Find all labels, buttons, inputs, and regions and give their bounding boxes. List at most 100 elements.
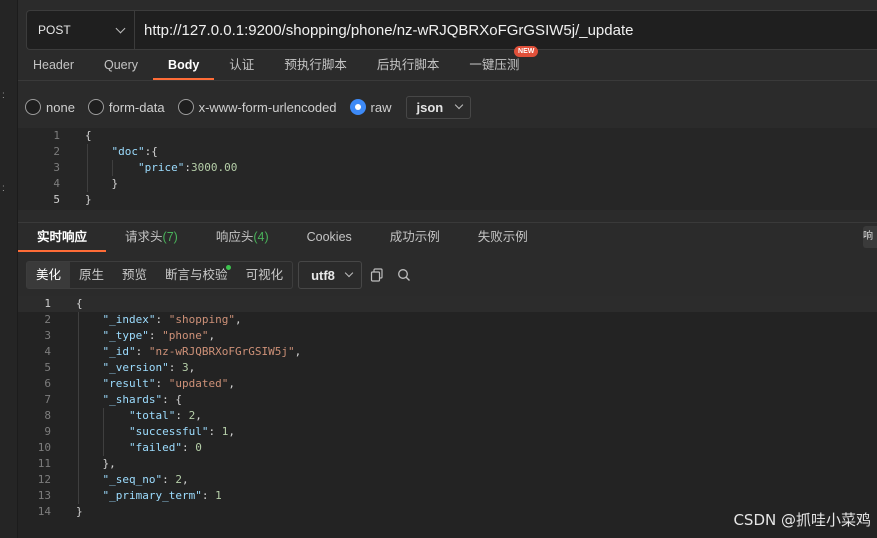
tab-cookies[interactable]: Cookies xyxy=(288,224,371,252)
line-number: 8 xyxy=(44,409,51,422)
encoding-select[interactable]: utf8 xyxy=(298,261,362,289)
code-line: 11 }, xyxy=(18,456,877,472)
tab-request-headers[interactable]: 请求头(7) xyxy=(106,224,197,252)
method-select[interactable]: POST xyxy=(27,11,135,49)
encoding-value: utf8 xyxy=(311,267,335,283)
json-key: "successful" xyxy=(128,425,209,438)
count-badge: (7) xyxy=(162,230,178,244)
code-text: }, xyxy=(76,457,116,470)
line-number: 5 xyxy=(53,193,60,206)
code-line: 1 { xyxy=(18,296,877,312)
code-text: } xyxy=(76,505,83,518)
tab-success-example[interactable]: 成功示例 xyxy=(371,224,459,252)
chevron-down-icon xyxy=(454,100,464,110)
line-number: 3 xyxy=(44,329,51,342)
radio-circle-icon xyxy=(25,99,41,115)
line-number: 2 xyxy=(53,145,60,158)
gutter-mark: : xyxy=(2,90,5,101)
view-preview[interactable]: 预览 xyxy=(113,262,156,288)
response-toolbar: 美化 原生 预览 断言与校验 可视化 utf8 xyxy=(26,261,416,289)
json-key: "_primary_term" xyxy=(102,489,202,502)
tab-post-script[interactable]: 后执行脚本 xyxy=(362,52,455,80)
body-type-selector: none form-data x-www-form-urlencoded raw… xyxy=(25,94,472,120)
json-key: "price" xyxy=(137,161,185,174)
tab-body[interactable]: Body xyxy=(153,52,215,80)
json-value: 3 xyxy=(181,361,189,374)
tab-auth[interactable]: 认证 xyxy=(214,52,269,80)
code-line: 13 "_primary_term": 1 xyxy=(18,488,877,504)
watermark: CSDN @抓哇小菜鸡 xyxy=(733,511,871,529)
request-body-editor[interactable]: 1 { 2 "doc":{ 3 "price":3000.00 4 } 5 } xyxy=(18,128,877,210)
code-line: 5 } xyxy=(18,192,877,208)
code-text: "_id": "nz-wRJQBRXoFGrGSIW5j", xyxy=(102,345,302,358)
json-key: "_shards" xyxy=(102,393,163,406)
json-key: "result" xyxy=(102,377,156,390)
line-number: 13 xyxy=(37,489,51,502)
radio-form-data[interactable]: form-data xyxy=(87,99,165,115)
json-key: "failed" xyxy=(128,441,182,454)
json-value: 2 xyxy=(175,473,182,486)
code-text: "total": 2, xyxy=(128,409,202,422)
code-line: 9 "successful": 1, xyxy=(18,424,877,440)
code-text: } xyxy=(85,193,92,206)
response-tabs: 实时响应 请求头(7) 响应头(4) Cookies 成功示例 失败示例 xyxy=(18,224,547,252)
view-mode-switch: 美化 原生 预览 断言与校验 可视化 xyxy=(26,261,294,289)
new-badge: NEW xyxy=(514,46,539,57)
code-text: "successful": 1, xyxy=(128,425,235,438)
line-number: 7 xyxy=(44,393,51,406)
line-number: 14 xyxy=(37,505,51,518)
code-line: 3 "price":3000.00 xyxy=(18,160,877,176)
tab-pre-script[interactable]: 预执行脚本 xyxy=(269,52,362,80)
search-icon[interactable] xyxy=(392,263,416,287)
tab-response-headers[interactable]: 响应头(4) xyxy=(197,224,288,252)
tab-query[interactable]: Query xyxy=(89,52,153,80)
code-text: "result": "updated", xyxy=(102,377,235,390)
line-number: 4 xyxy=(53,177,60,190)
code-line: 4 } xyxy=(18,176,877,192)
code-text: "price":3000.00 xyxy=(60,160,237,176)
url-input[interactable]: http://127.0.0.1:9200/shopping/phone/nz-… xyxy=(135,22,633,39)
radio-urlencoded[interactable]: x-www-form-urlencoded xyxy=(177,99,337,115)
radio-form-data-label: form-data xyxy=(108,99,165,115)
tab-realtime-response[interactable]: 实时响应 xyxy=(18,224,107,252)
code-text: "_primary_term": 1 xyxy=(102,489,222,502)
json-punct: } xyxy=(111,177,119,190)
copy-icon[interactable] xyxy=(365,263,389,287)
tab-fail-example[interactable]: 失败示例 xyxy=(459,224,547,252)
json-value: "phone" xyxy=(162,329,209,342)
divider xyxy=(18,80,877,81)
line-number: 2 xyxy=(44,313,51,326)
count-badge: (4) xyxy=(253,230,269,244)
code-text: "_index": "shopping", xyxy=(102,313,242,326)
view-raw[interactable]: 原生 xyxy=(70,262,113,288)
view-assertions-label: 断言与校验 xyxy=(165,268,228,282)
line-number: 6 xyxy=(44,377,51,390)
view-visualize[interactable]: 可视化 xyxy=(237,262,293,288)
request-tabs: Header Query Body 认证 预执行脚本 后执行脚本 一键压测 NE… xyxy=(18,46,539,80)
tab-request-headers-label: 请求头 xyxy=(125,230,163,244)
json-value: "shopping" xyxy=(168,313,235,326)
code-line: 4 "_id": "nz-wRJQBRXoFGrGSIW5j", xyxy=(18,344,877,360)
view-pretty[interactable]: 美化 xyxy=(27,262,71,288)
response-body-viewer[interactable]: 1 { 2 "_index": "shopping", 3 "_type": "… xyxy=(18,296,877,538)
tab-load-test[interactable]: 一键压测 NEW xyxy=(454,46,539,80)
radio-none-label: none xyxy=(46,99,75,115)
radio-none[interactable]: none xyxy=(25,99,75,115)
radio-checked-icon xyxy=(349,99,366,115)
side-panel-button[interactable]: 响 xyxy=(863,226,877,248)
json-key: "_version" xyxy=(102,361,169,374)
line-number: 5 xyxy=(44,361,51,374)
view-assertions[interactable]: 断言与校验 xyxy=(156,262,237,288)
tab-header[interactable]: Header xyxy=(18,52,89,80)
radio-raw[interactable]: raw xyxy=(349,99,392,115)
format-select[interactable]: json xyxy=(405,95,472,119)
json-punct: :{ xyxy=(144,145,158,158)
tab-load-test-label: 一键压测 xyxy=(469,58,520,72)
json-key: "_id" xyxy=(102,345,136,358)
code-line: 3 "_type": "phone", xyxy=(18,328,877,344)
line-number: 9 xyxy=(44,425,51,438)
json-value: 0 xyxy=(195,441,202,454)
json-key: "_type" xyxy=(102,329,149,342)
json-value: "updated" xyxy=(168,377,229,390)
radio-circle-icon xyxy=(177,99,194,115)
